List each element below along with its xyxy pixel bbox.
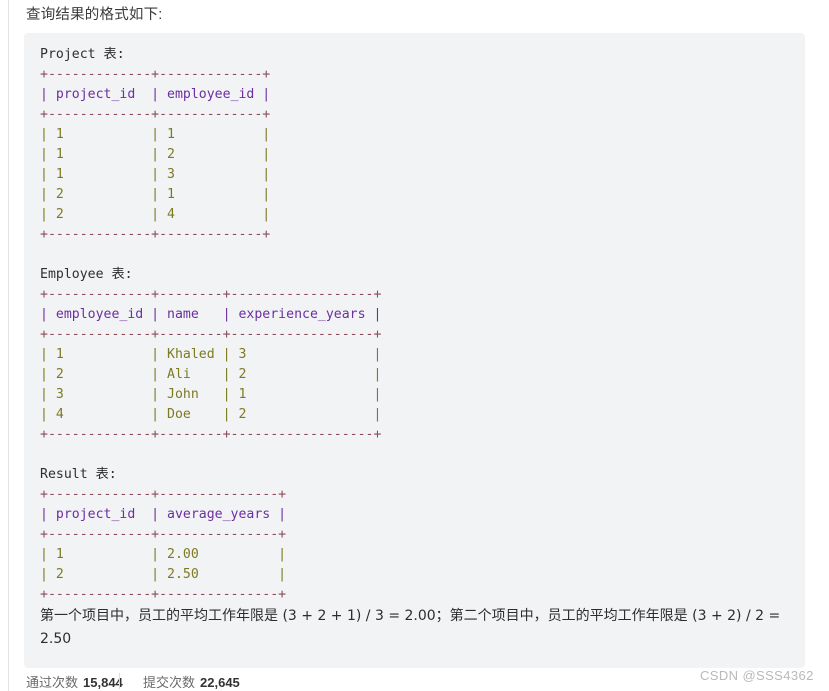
csdn-watermark: CSDN @SSS4362 bbox=[700, 668, 814, 683]
employee-header-row: | employee_id | name | experience_years … bbox=[40, 307, 382, 322]
passed-count-value: 15,844 bbox=[83, 675, 123, 690]
code-content: Project 表: +-------------+-------------+ |… bbox=[40, 45, 789, 651]
passed-count-label: 通过次数 bbox=[26, 676, 79, 691]
submitted-count-stat: 提交次数 22,645 bbox=[143, 672, 240, 691]
employee-rule-top: +-------------+--------+----------------… bbox=[40, 287, 382, 302]
project-row: | 1 | 1 | bbox=[40, 127, 271, 142]
explanation-text: 第一个项目中，员工的平均工作年限是 (3 + 2 + 1) / 3 = 2.00… bbox=[40, 608, 785, 647]
employee-row: | 1 | Khaled | 3 | bbox=[40, 347, 382, 362]
result-rule-top: +-------------+---------------+ bbox=[40, 487, 287, 502]
project-header-row: | project_id | employee_id | bbox=[40, 87, 271, 102]
employee-row: | 2 | Ali | 2 | bbox=[40, 367, 382, 382]
code-block[interactable]: Project 表: +-------------+-------------+ |… bbox=[24, 33, 805, 668]
submitted-count-value: 22,645 bbox=[200, 675, 240, 690]
article-page: 查询结果的格式如下: Project 表: +-------------+----… bbox=[0, 0, 829, 691]
result-row: | 2 | 2.50 | bbox=[40, 567, 287, 582]
intro-text: 查询结果的格式如下: bbox=[26, 7, 163, 23]
result-rule-bottom: +-------------+---------------+ bbox=[40, 587, 287, 602]
left-margin-rule bbox=[8, 0, 9, 691]
project-rule-top: +-------------+-------------+ bbox=[40, 67, 271, 82]
project-row: | 1 | 3 | bbox=[40, 167, 271, 182]
project-rule-mid: +-------------+-------------+ bbox=[40, 107, 271, 122]
submitted-count-label: 提交次数 bbox=[143, 676, 196, 691]
employee-row: | 3 | John | 1 | bbox=[40, 387, 382, 402]
project-table-heading: Project 表: bbox=[40, 47, 125, 62]
employee-row: | 4 | Doe | 2 | bbox=[40, 407, 382, 422]
employee-rule-bottom: +-------------+--------+----------------… bbox=[40, 427, 382, 442]
result-row: | 1 | 2.00 | bbox=[40, 547, 287, 562]
result-table-heading: Result 表: bbox=[40, 467, 117, 482]
project-row: | 2 | 4 | bbox=[40, 207, 271, 222]
stats-divider bbox=[119, 673, 120, 689]
passed-count-stat: 通过次数 15,844 bbox=[26, 672, 123, 691]
project-rule-bottom: +-------------+-------------+ bbox=[40, 227, 271, 242]
employee-table-heading: Employee 表: bbox=[40, 267, 133, 282]
project-row: | 2 | 1 | bbox=[40, 187, 271, 202]
project-row: | 1 | 2 | bbox=[40, 147, 271, 162]
result-header-row: | project_id | average_years | bbox=[40, 507, 287, 522]
employee-rule-mid: +-------------+--------+----------------… bbox=[40, 327, 382, 342]
result-rule-mid: +-------------+---------------+ bbox=[40, 527, 287, 542]
